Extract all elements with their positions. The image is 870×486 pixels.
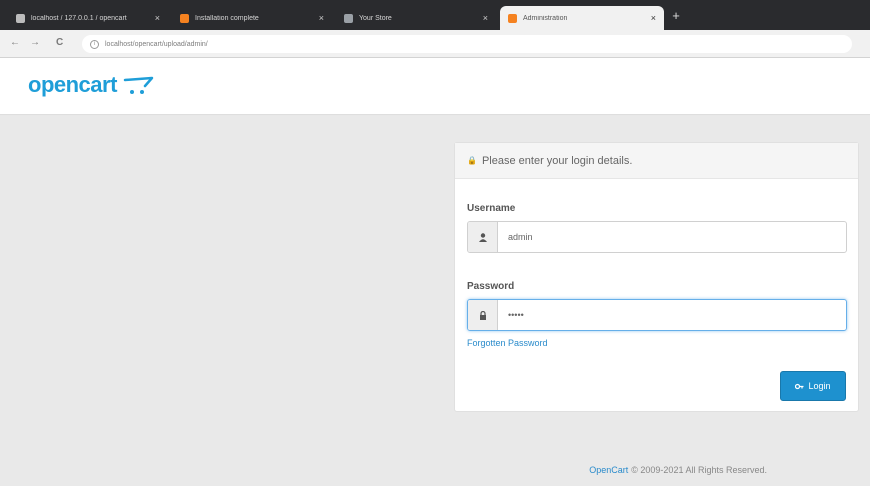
opencart-link[interactable]: OpenCart	[589, 465, 628, 475]
store-favicon-icon	[344, 13, 353, 23]
tab-title: Installation complete	[195, 14, 259, 22]
close-tab-icon[interactable]: ×	[319, 13, 324, 23]
lock-icon	[468, 300, 498, 330]
password-field[interactable]: •••••	[467, 299, 847, 331]
copyright-text: © 2009-2021 All Rights Reserved.	[631, 465, 767, 475]
opencart-favicon-icon	[508, 13, 517, 23]
username-label: Username	[467, 203, 516, 214]
forgotten-password-link[interactable]: Forgotten Password	[467, 338, 548, 348]
forward-arrow-icon[interactable]: →	[30, 37, 40, 49]
login-button[interactable]: Login	[780, 371, 846, 401]
browser-tab-installation[interactable]: Installation complete ×	[172, 6, 332, 30]
new-tab-button[interactable]: +	[668, 8, 684, 24]
browser-tab-bar: localhost / 127.0.0.1 / opencart × Insta…	[0, 0, 870, 30]
close-tab-icon[interactable]: ×	[155, 13, 160, 23]
tab-title: Administration	[523, 14, 568, 22]
tab-title: localhost / 127.0.0.1 / opencart	[31, 14, 127, 22]
site-header: opencart	[0, 58, 870, 115]
opencart-favicon-icon	[180, 13, 189, 23]
logo-text: opencart	[28, 72, 117, 97]
lock-icon: 🔒	[467, 156, 477, 165]
back-arrow-icon[interactable]: ←	[10, 37, 20, 49]
password-label: Password	[467, 281, 515, 292]
username-field[interactable]: admin	[467, 221, 847, 253]
login-panel: 🔒 Please enter your login details. Usern…	[454, 142, 859, 412]
cart-logo-icon	[123, 76, 154, 94]
reload-icon[interactable]: C	[56, 37, 63, 49]
password-input[interactable]: •••••	[498, 300, 846, 330]
footer: OpenCart © 2009-2021 All Rights Reserved…	[0, 454, 870, 486]
site-info-icon[interactable]: i	[90, 39, 99, 49]
phpmyadmin-favicon-icon	[16, 13, 25, 23]
tab-title: Your Store	[359, 14, 392, 22]
main-content: 🔒 Please enter your login details. Usern…	[0, 116, 870, 486]
panel-heading: 🔒 Please enter your login details.	[455, 143, 858, 179]
url-text: localhost/opencart/upload/admin/	[105, 40, 208, 48]
username-input[interactable]: admin	[498, 222, 846, 252]
user-icon	[468, 222, 498, 252]
key-icon	[795, 383, 804, 389]
url-input[interactable]: i localhost/opencart/upload/admin/	[82, 35, 852, 53]
panel-title: Please enter your login details.	[481, 154, 633, 167]
browser-tab-your-store[interactable]: Your Store ×	[336, 6, 496, 30]
browser-address-bar: ← → C i localhost/opencart/upload/admin/	[0, 30, 870, 58]
login-button-label: Login	[808, 381, 831, 391]
close-tab-icon[interactable]: ×	[651, 13, 656, 23]
opencart-logo[interactable]: opencart	[28, 72, 155, 98]
browser-tab-phpmyadmin[interactable]: localhost / 127.0.0.1 / opencart ×	[8, 6, 168, 30]
close-tab-icon[interactable]: ×	[483, 13, 488, 23]
browser-tab-administration[interactable]: Administration ×	[500, 6, 664, 30]
